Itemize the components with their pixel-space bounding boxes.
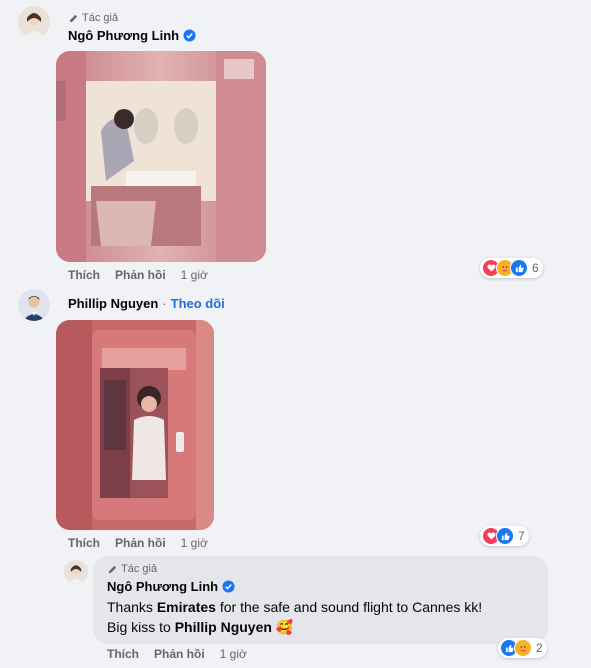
author-badge: Tác giả	[68, 12, 118, 24]
comment-author-name[interactable]: Ngô Phương Linh	[68, 28, 179, 43]
reply-timestamp[interactable]: 1 giờ	[220, 647, 247, 661]
avatar[interactable]	[18, 6, 50, 38]
pencil-icon	[69, 14, 78, 22]
reply-text-part: for the safe and sound flight to Cannes …	[215, 599, 483, 615]
reply-text-part: Big kiss to	[107, 619, 175, 635]
verified-badge-icon	[183, 29, 196, 42]
separator-dot: ·	[162, 296, 167, 311]
follow-button[interactable]: Theo dõi	[171, 296, 225, 311]
reply-comment-button[interactable]: Phản hồi	[115, 268, 166, 282]
pencil-icon	[108, 565, 117, 573]
avatar[interactable]	[64, 560, 88, 584]
comment-reactions[interactable]: 7	[480, 526, 529, 546]
comment-author-name[interactable]: Phillip Nguyen	[68, 296, 158, 311]
like-icon	[510, 259, 528, 277]
reply-comment-button[interactable]: Phản hồi	[115, 536, 166, 550]
care-icon	[514, 639, 532, 657]
like-icon	[496, 527, 514, 545]
avatar[interactable]	[18, 289, 50, 321]
author-badge: Tác giả	[107, 563, 157, 575]
mention-phillip-nguyen[interactable]: Phillip Nguyen	[175, 619, 272, 635]
like-reply-button[interactable]: Thích	[107, 647, 139, 661]
reply-text: Thanks Emirates for the safe and sound f…	[107, 597, 547, 637]
reply-author-name[interactable]: Ngô Phương Linh	[107, 579, 218, 594]
like-comment-button[interactable]: Thích	[68, 268, 100, 282]
comment-timestamp[interactable]: 1 giờ	[181, 268, 208, 282]
like-comment-button[interactable]: Thích	[68, 536, 100, 550]
reply-text-part: Thanks	[107, 599, 157, 615]
comment-timestamp[interactable]: 1 giờ	[181, 536, 208, 550]
comment-photo-cabin[interactable]	[56, 51, 266, 262]
comment-photo-suite[interactable]	[56, 320, 214, 530]
reaction-count: 2	[536, 641, 543, 655]
verified-badge-icon	[222, 580, 235, 593]
reply-reactions[interactable]: 2	[498, 638, 547, 658]
reaction-count: 6	[532, 261, 539, 275]
reaction-count: 7	[518, 529, 525, 543]
reply-reply-button[interactable]: Phản hồi	[154, 647, 205, 661]
comment-reactions[interactable]: 6	[480, 258, 543, 278]
author-badge-label: Tác giả	[121, 563, 158, 575]
author-badge-label: Tác giả	[82, 12, 119, 24]
mention-emirates[interactable]: Emirates	[157, 599, 216, 615]
smiling-hearts-emoji: 🥰	[275, 619, 294, 635]
